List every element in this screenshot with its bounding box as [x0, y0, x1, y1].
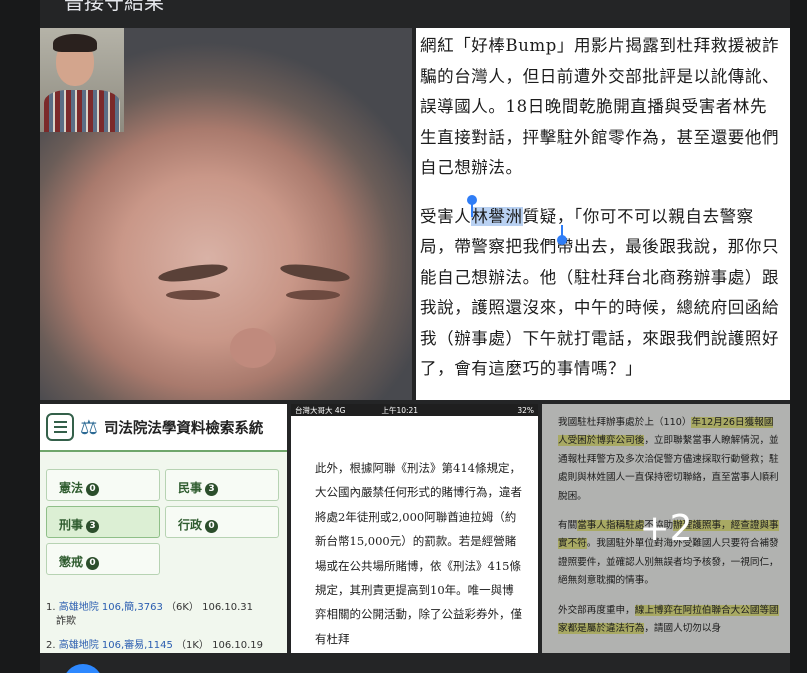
selected-text: 林譽洲	[471, 206, 523, 226]
pip-person-hair	[53, 34, 97, 52]
selection-handle-end[interactable]	[557, 235, 567, 245]
face-nose	[230, 328, 276, 368]
category-criminal[interactable]: 刑事 3	[46, 506, 160, 538]
face-brow-left	[157, 261, 229, 285]
category-administrative[interactable]: 行政 0	[165, 506, 279, 538]
article-p2-post: 質疑，「你可不可以親自去警察局，帶警察把我們帶出去，最後跟我說，那你只能自己想辦…	[420, 206, 780, 379]
justice-scale-icon: ⚖	[80, 415, 98, 439]
article-screenshot-tile[interactable]: 網紅「好棒Bump」用影片揭露到杜拜救援被詐騙的台灣人，但日前遭外交部批評是以訛…	[416, 28, 790, 400]
judicial-database-tile[interactable]: ⚖ 司法院法學資料檢索系統 憲法 0 民事 3 刑事 3 行政 0 懲戒 0 1. 高雄地…	[40, 404, 287, 653]
count-badge: 0	[86, 557, 100, 570]
pip-person-shirt	[44, 90, 120, 132]
livestream-photo-tile[interactable]	[40, 28, 412, 400]
selection-stem-start	[471, 203, 473, 217]
signal-carrier: 台灣大哥大 4G	[295, 405, 346, 415]
more-photos-overlay[interactable]: +2	[542, 404, 790, 653]
result-link[interactable]: 高雄地院 106,審易,1145	[59, 640, 173, 651]
face-eye-right	[286, 290, 340, 300]
more-photos-count: +2	[639, 508, 693, 549]
result-item-1[interactable]: 1. 高雄地院 106,簡,3763 （6K） 106.10.31	[46, 598, 253, 613]
phone-status-bar: 台灣大哥大 4G 上午10:21 32%	[291, 404, 538, 416]
article-paragraph-2: 受害人林譽洲質疑，「你可不可以親自去警察局，帶警察把我們帶出去，最後跟我說，那你…	[420, 202, 784, 385]
post-container: 普接守結果 網紅「好棒Bump」用影片揭露到杜拜救援被詐騙的台灣人，但日前遭外交…	[40, 0, 790, 673]
battery-level: 32%	[517, 405, 534, 415]
result-item-1-cause: 詐欺	[56, 616, 76, 627]
count-badge: 0	[205, 520, 219, 533]
article-p2-pre: 受害人	[420, 206, 472, 226]
result-item-2[interactable]: 2. 高雄地院 106,審易,1145 （1K） 106.10.19	[46, 636, 263, 651]
category-civil[interactable]: 民事 3	[165, 469, 279, 501]
judicial-header: ⚖ 司法院法學資料檢索系統	[40, 404, 287, 452]
count-badge: 3	[205, 483, 219, 496]
face-eye-left	[166, 290, 220, 300]
article-paragraph-1: 網紅「好棒Bump」用影片揭露到杜拜救援被詐騙的台灣人，但日前遭外交部批評是以訛…	[420, 36, 780, 177]
category-constitution[interactable]: 憲法 0	[46, 469, 160, 501]
phone-article-tile[interactable]: 台灣大哥大 4G 上午10:21 32% 此外，根據阿聯《刑法》第414條規定，…	[291, 404, 538, 653]
phone-time: 上午10:21	[381, 405, 419, 415]
face-brow-right	[279, 261, 351, 285]
article-text: 網紅「好棒Bump」用影片揭露到杜拜救援被詐騙的台灣人，但日前遭外交部批評是以訛…	[420, 31, 784, 385]
hamburger-menu-icon[interactable]	[46, 413, 74, 441]
mofa-statement-tile[interactable]: 我國駐杜拜辦事處於上（110）年12月26日獲報國人受困於博弈公司後，立即聯繫當…	[542, 404, 790, 653]
picture-in-picture-video	[40, 28, 124, 132]
post-title-fragment: 普接守結果	[64, 0, 164, 14]
count-badge: 0	[86, 483, 100, 496]
phone-article-text: 此外，根據阿聯《刑法》第414條規定，大公國內嚴禁任何形式的賭博行為，違者將處2…	[315, 461, 522, 646]
judicial-system-title: 司法院法學資料檢索系統	[103, 420, 264, 437]
count-badge: 3	[86, 520, 100, 533]
category-discipline[interactable]: 懲戒 0	[46, 543, 160, 575]
